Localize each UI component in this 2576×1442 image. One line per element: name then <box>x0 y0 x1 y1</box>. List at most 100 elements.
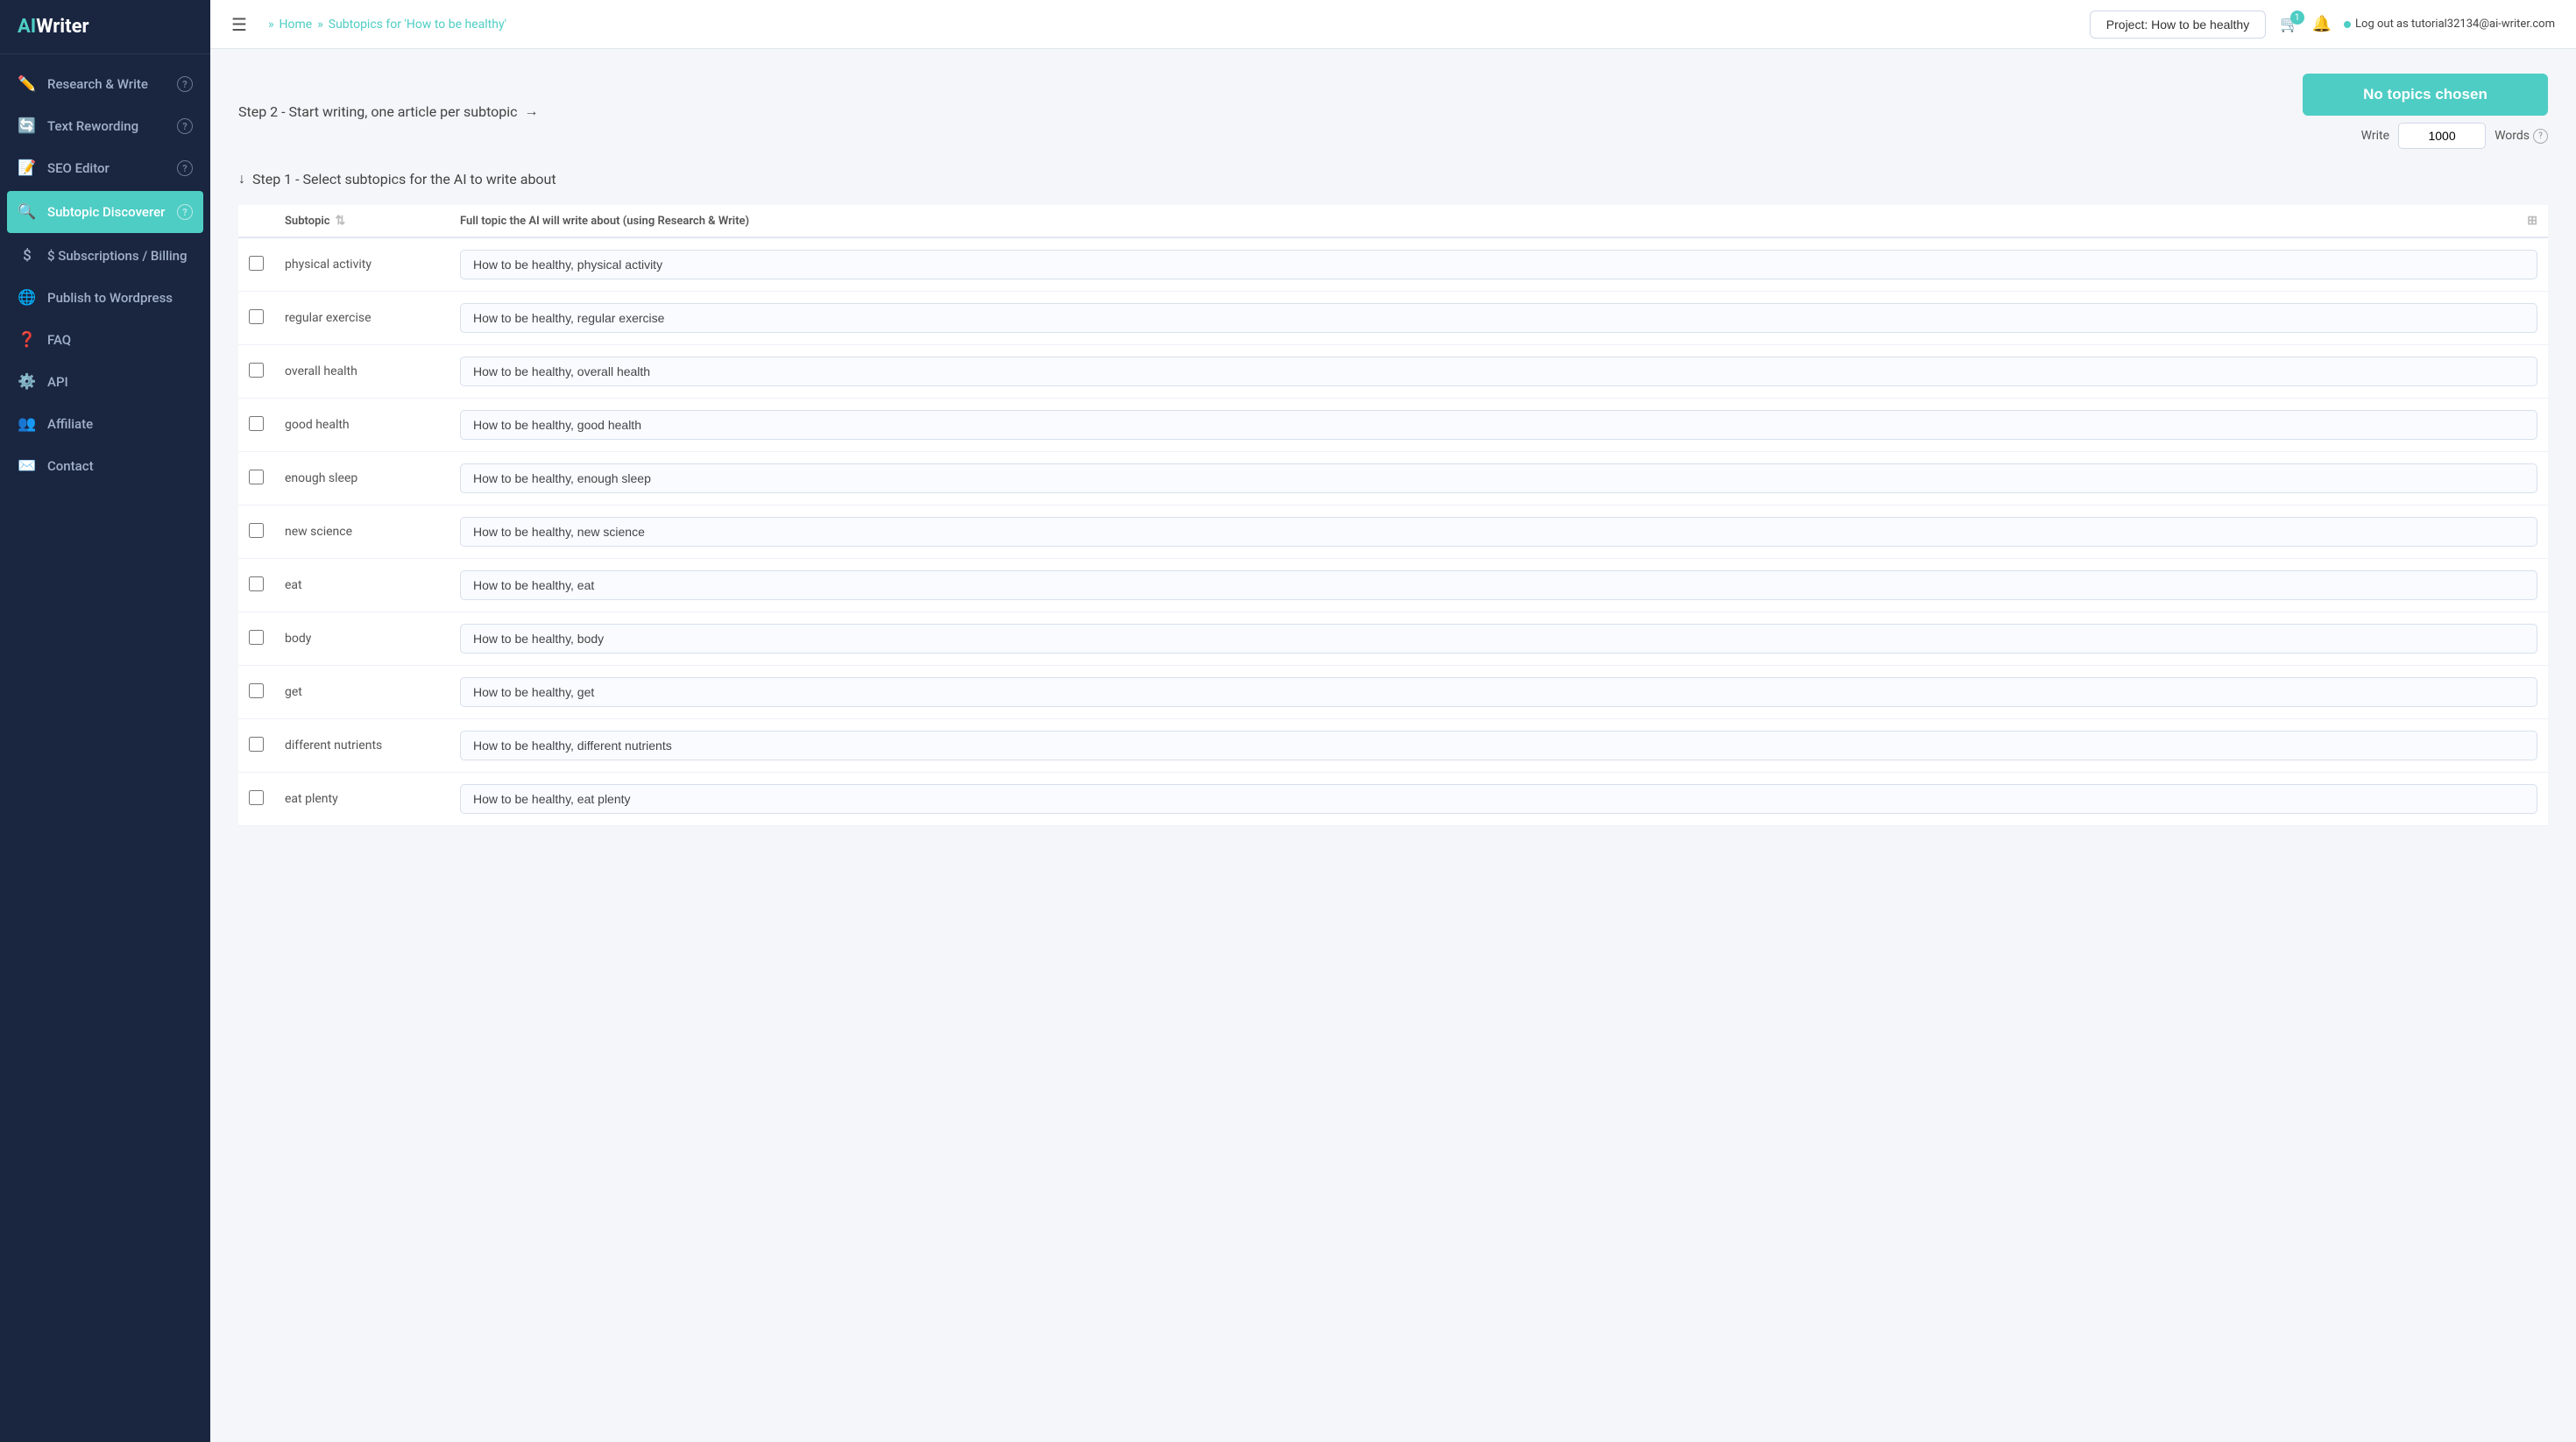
table-row: regular exercise <box>238 292 2548 345</box>
user-dot <box>2344 21 2351 28</box>
sidebar-icon-publish-to-wordpress: 🌐 <box>18 289 37 307</box>
sidebar-item-text-rewording[interactable]: 🔄 Text Rewording ? <box>0 105 210 147</box>
sidebar-icon-seo-editor: 📝 <box>18 159 37 177</box>
col-subtopic-label: Subtopic <box>285 215 330 228</box>
sidebar-label-text-rewording: Text Rewording <box>47 118 138 134</box>
sidebar-item-research-write[interactable]: ✏️ Research & Write ? <box>0 63 210 105</box>
logo: AIWriter <box>0 0 210 54</box>
main-area: ☰ » Home » Subtopics for 'How to be heal… <box>210 0 2576 1442</box>
row-checkbox-9[interactable] <box>249 737 264 752</box>
sidebar-label-subscriptions-billing: $ Subscriptions / Billing <box>47 248 188 264</box>
bell-icon[interactable]: 🔔 <box>2312 15 2332 33</box>
full-topic-input-8[interactable] <box>460 677 2537 707</box>
sidebar-item-seo-editor[interactable]: 📝 SEO Editor ? <box>0 147 210 189</box>
help-icon-research-write[interactable]: ? <box>177 76 193 92</box>
cell-subtopic-3: good health <box>274 399 449 452</box>
no-topics-button[interactable]: No topics chosen <box>2303 74 2548 116</box>
cell-checkbox-9 <box>238 719 274 773</box>
help-icon-subtopic-discoverer[interactable]: ? <box>177 204 193 220</box>
sidebar-icon-api: ⚙️ <box>18 373 37 391</box>
cell-full-topic-1 <box>449 292 2548 345</box>
sidebar-icon-contact: ✉️ <box>18 457 37 475</box>
full-topic-input-0[interactable] <box>460 250 2537 279</box>
full-topic-input-10[interactable] <box>460 784 2537 814</box>
sidebar-item-subtopic-discoverer[interactable]: 🔍 Subtopic Discoverer ? <box>7 191 203 233</box>
row-checkbox-6[interactable] <box>249 576 264 591</box>
sidebar-nav: ✏️ Research & Write ? 🔄 Text Rewording ?… <box>0 54 210 1442</box>
step2-bar: Step 2 - Start writing, one article per … <box>238 74 2548 149</box>
row-checkbox-1[interactable] <box>249 309 264 324</box>
words-label-wrap: Words ? <box>2495 129 2548 144</box>
cell-checkbox-0 <box>238 237 274 292</box>
sidebar-item-api[interactable]: ⚙️ API <box>0 361 210 403</box>
th-checkbox <box>238 205 274 237</box>
cell-checkbox-6 <box>238 559 274 612</box>
table-row: good health <box>238 399 2548 452</box>
row-checkbox-3[interactable] <box>249 416 264 431</box>
breadcrumb: » Home » Subtopics for 'How to be health… <box>268 18 2076 32</box>
help-icon-seo-editor[interactable]: ? <box>177 160 193 176</box>
sidebar-item-contact[interactable]: ✉️ Contact <box>0 445 210 487</box>
cell-checkbox-5 <box>238 505 274 559</box>
cell-full-topic-0 <box>449 237 2548 292</box>
row-checkbox-8[interactable] <box>249 683 264 698</box>
cell-full-topic-4 <box>449 452 2548 505</box>
subtopic-table: Subtopic ⇅ Full topic the AI will write … <box>238 205 2548 826</box>
row-checkbox-0[interactable] <box>249 256 264 271</box>
logo-writer: Writer <box>36 16 88 38</box>
cell-full-topic-7 <box>449 612 2548 666</box>
table-row: body <box>238 612 2548 666</box>
cell-subtopic-4: enough sleep <box>274 452 449 505</box>
sidebar-item-publish-to-wordpress[interactable]: 🌐 Publish to Wordpress <box>0 277 210 319</box>
table-row: enough sleep <box>238 452 2548 505</box>
row-checkbox-4[interactable] <box>249 470 264 484</box>
write-row: Write Words ? <box>2361 123 2548 149</box>
step2-label: Step 2 - Start writing, one article per … <box>238 103 518 120</box>
sidebar-item-subscriptions-billing[interactable]: $ $ Subscriptions / Billing <box>0 235 210 277</box>
full-topic-input-7[interactable] <box>460 624 2537 654</box>
row-checkbox-2[interactable] <box>249 363 264 378</box>
words-label: Words <box>2495 129 2530 143</box>
cell-checkbox-3 <box>238 399 274 452</box>
full-topic-input-1[interactable] <box>460 303 2537 333</box>
row-checkbox-7[interactable] <box>249 630 264 645</box>
step2-text: Step 2 - Start writing, one article per … <box>238 102 539 120</box>
full-topic-input-6[interactable] <box>460 570 2537 600</box>
step2-right: No topics chosen Write Words ? <box>2303 74 2548 149</box>
hamburger-icon[interactable]: ☰ <box>231 14 247 35</box>
cell-subtopic-0: physical activity <box>274 237 449 292</box>
step1-arrow: ↓ <box>238 170 245 187</box>
sidebar-item-faq[interactable]: ❓ FAQ <box>0 319 210 361</box>
full-topic-input-3[interactable] <box>460 410 2537 440</box>
cell-full-topic-3 <box>449 399 2548 452</box>
cell-subtopic-8: get <box>274 666 449 719</box>
th-subtopic-content: Subtopic ⇅ <box>285 214 439 228</box>
full-topic-input-5[interactable] <box>460 517 2537 547</box>
words-help-icon[interactable]: ? <box>2533 129 2548 144</box>
sidebar-label-subtopic-discoverer: Subtopic Discoverer <box>47 204 165 220</box>
breadcrumb-home[interactable]: Home <box>280 18 313 32</box>
breadcrumb-sep1: » <box>268 18 274 32</box>
full-topic-input-9[interactable] <box>460 731 2537 760</box>
cell-checkbox-10 <box>238 773 274 826</box>
breadcrumb-sep2: » <box>317 18 323 32</box>
full-topic-input-2[interactable] <box>460 357 2537 386</box>
row-checkbox-5[interactable] <box>249 523 264 538</box>
step2-arrow: → <box>525 102 539 120</box>
row-checkbox-10[interactable] <box>249 790 264 805</box>
cell-subtopic-2: overall health <box>274 345 449 399</box>
sidebar-label-affiliate: Affiliate <box>47 416 93 432</box>
breadcrumb-page: Subtopics for 'How to be healthy' <box>329 18 506 32</box>
sidebar-item-affiliate[interactable]: 👥 Affiliate <box>0 403 210 445</box>
cell-subtopic-10: eat plenty <box>274 773 449 826</box>
sidebar-icon-text-rewording: 🔄 <box>18 117 37 135</box>
user-info: Log out as tutorial32134@ai-writer.com <box>2344 18 2555 31</box>
help-icon-text-rewording[interactable]: ? <box>177 118 193 134</box>
table-row: physical activity <box>238 237 2548 292</box>
notification-bell-wrap: 🛒 1 <box>2280 15 2299 33</box>
full-topic-input-4[interactable] <box>460 463 2537 493</box>
project-button[interactable]: Project: How to be healthy <box>2090 11 2266 39</box>
table-row: get <box>238 666 2548 719</box>
sidebar-label-api: API <box>47 374 68 390</box>
write-input[interactable] <box>2398 123 2486 149</box>
